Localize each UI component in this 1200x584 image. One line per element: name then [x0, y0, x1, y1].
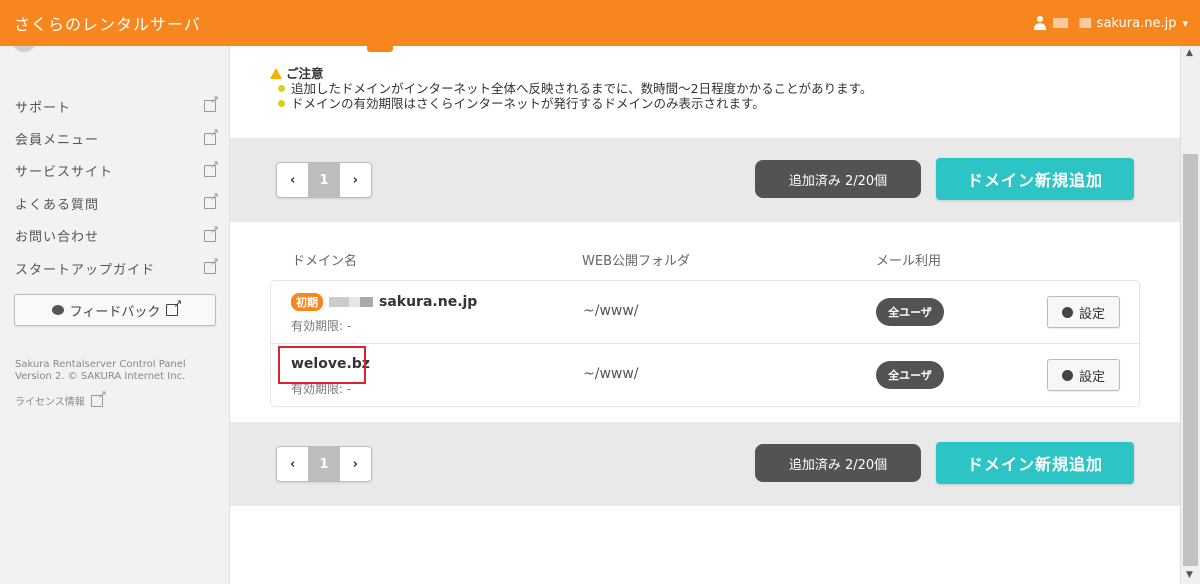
prev-page-button[interactable]: ‹	[277, 447, 308, 481]
column-mail: メール利用	[876, 254, 942, 269]
web-folder: ~/www/	[583, 366, 639, 382]
mail-usage-badge: 全ユーザ	[876, 361, 944, 389]
blurred-subdomain	[329, 297, 373, 307]
add-domain-button[interactable]: ドメイン新規追加	[936, 158, 1134, 200]
sidebar-item-member-menu[interactable]: 会員メニュー	[0, 122, 230, 154]
chevron-down-icon: ▾	[1182, 16, 1188, 30]
notice-box: ご注意 追加したドメインがインターネット全体へ反映されるまでに、数時間〜2日程度…	[270, 66, 872, 111]
toolbar-top: ‹ 1 › 追加済み 2/20個 ドメイン新規追加	[230, 138, 1180, 222]
expiry-text: 有効期限: -	[291, 319, 352, 333]
external-link-icon	[204, 223, 220, 242]
notice-line: ドメインの有効期限はさくらインターネットが発行するドメインのみ表示されます。	[278, 96, 872, 111]
sidebar: サポート 会員メニュー サービスサイト よくある質問 お問い合わせ スタートアッ…	[0, 38, 230, 584]
sidebar-item-label: 会員メニュー	[15, 133, 100, 149]
sidebar-item-support[interactable]: サポート	[0, 90, 230, 122]
sidebar-item-label: よくある質問	[15, 197, 100, 213]
next-page-button[interactable]: ›	[340, 163, 371, 197]
bullet-icon	[278, 85, 285, 92]
top-header: さくらのレンタルサーバ sakura.ne.jp ▾	[0, 0, 1200, 46]
main-content: ご注意 追加したドメインがインターネット全体へ反映されるまでに、数時間〜2日程度…	[230, 44, 1180, 584]
mail-usage-badge: 全ユーザ	[876, 298, 944, 326]
current-page[interactable]: 1	[308, 447, 340, 481]
sidebar-item-startup-guide[interactable]: スタートアップガイド	[0, 252, 230, 284]
settings-button[interactable]: 設定	[1047, 296, 1120, 328]
external-link-icon	[204, 190, 220, 210]
domain-name: sakura.ne.jp	[379, 294, 478, 310]
external-link-icon	[204, 93, 220, 113]
sidebar-item-label: サポート	[15, 100, 72, 116]
external-link-icon	[204, 158, 220, 177]
sidebar-item-label: サービスサイト	[15, 165, 114, 181]
pagination: ‹ 1 ›	[276, 162, 372, 198]
gear-icon	[1061, 306, 1073, 318]
feedback-label: フィードバック	[69, 304, 161, 320]
sidebar-item-faq[interactable]: よくある質問	[0, 187, 230, 219]
domain-cell: 初期 sakura.ne.jp	[291, 293, 477, 311]
sidebar-nav: サポート 会員メニュー サービスサイト よくある質問 お問い合わせ スタートアッ…	[0, 90, 230, 284]
external-link-icon	[166, 297, 182, 316]
notice-line: 追加したドメインがインターネット全体へ反映されるまでに、数時間〜2日程度かかるこ…	[278, 81, 872, 96]
external-link-icon	[90, 388, 107, 407]
notice-line-text: ドメインの有効期限はさくらインターネットが発行するドメインのみ表示されます。	[291, 96, 765, 111]
next-page-button[interactable]: ›	[340, 447, 371, 481]
notice-title-text: ご注意	[286, 66, 324, 81]
prev-page-button[interactable]: ‹	[277, 163, 308, 197]
copyright-text: Sakura Rentalserver Control Panel Versio…	[15, 359, 186, 382]
sidebar-item-label: お問い合わせ	[15, 230, 100, 246]
license-link[interactable]: ライセンス情報	[15, 388, 107, 409]
blurred-account-name	[1052, 18, 1091, 28]
current-page[interactable]: 1	[308, 163, 340, 197]
column-domain: ドメイン名	[292, 254, 358, 269]
domain-count-badge: 追加済み 2/20個	[755, 444, 921, 482]
column-web-folder: WEB公開フォルダ	[582, 254, 690, 269]
table-row: 初期 sakura.ne.jp 有効期限: - ~/www/ 全ユーザ 設定	[271, 281, 1139, 344]
web-folder: ~/www/	[583, 303, 639, 319]
table-header: ドメイン名 WEB公開フォルダ メール利用	[292, 250, 1172, 269]
brand-title[interactable]: さくらのレンタルサーバ	[14, 11, 201, 35]
domain-count-badge: 追加済み 2/20個	[755, 160, 921, 198]
account-domain: sakura.ne.jp	[1096, 15, 1177, 31]
account-menu[interactable]: sakura.ne.jp ▾	[1033, 16, 1188, 31]
notice-title: ご注意	[270, 66, 872, 81]
vertical-scrollbar[interactable]: ▲ ▼	[1180, 46, 1200, 584]
gear-icon	[1061, 369, 1073, 381]
scroll-up-arrow-icon[interactable]: ▲	[1186, 48, 1193, 58]
bullet-icon	[278, 100, 285, 107]
chat-bubble-icon	[51, 305, 64, 315]
settings-label: 設定	[1078, 306, 1105, 322]
scroll-thumb[interactable]	[1183, 154, 1198, 566]
external-link-icon	[204, 255, 220, 275]
feedback-button[interactable]: フィードバック	[14, 294, 216, 326]
initial-badge: 初期	[291, 293, 323, 311]
sidebar-item-service-site[interactable]: サービスサイト	[0, 155, 230, 187]
table-row: welove.bz 有効期限: - ~/www/ 全ユーザ 設定	[271, 344, 1139, 407]
toolbar-bottom: ‹ 1 › 追加済み 2/20個 ドメイン新規追加	[230, 422, 1180, 506]
sidebar-item-contact[interactable]: お問い合わせ	[0, 220, 230, 252]
settings-button[interactable]: 設定	[1047, 359, 1120, 391]
scroll-down-arrow-icon[interactable]: ▼	[1186, 570, 1193, 580]
highlight-box	[278, 346, 366, 384]
license-label: ライセンス情報	[15, 397, 85, 408]
domain-table: 初期 sakura.ne.jp 有効期限: - ~/www/ 全ユーザ 設定 w…	[270, 280, 1140, 407]
user-icon	[1033, 16, 1047, 30]
add-domain-button[interactable]: ドメイン新規追加	[936, 442, 1134, 484]
pagination: ‹ 1 ›	[276, 446, 372, 482]
warning-icon	[270, 68, 282, 79]
notice-line-text: 追加したドメインがインターネット全体へ反映されるまでに、数時間〜2日程度かかるこ…	[291, 81, 873, 96]
external-link-icon	[204, 126, 220, 145]
sidebar-item-label: スタートアップガイド	[15, 262, 156, 278]
settings-label: 設定	[1078, 369, 1105, 385]
